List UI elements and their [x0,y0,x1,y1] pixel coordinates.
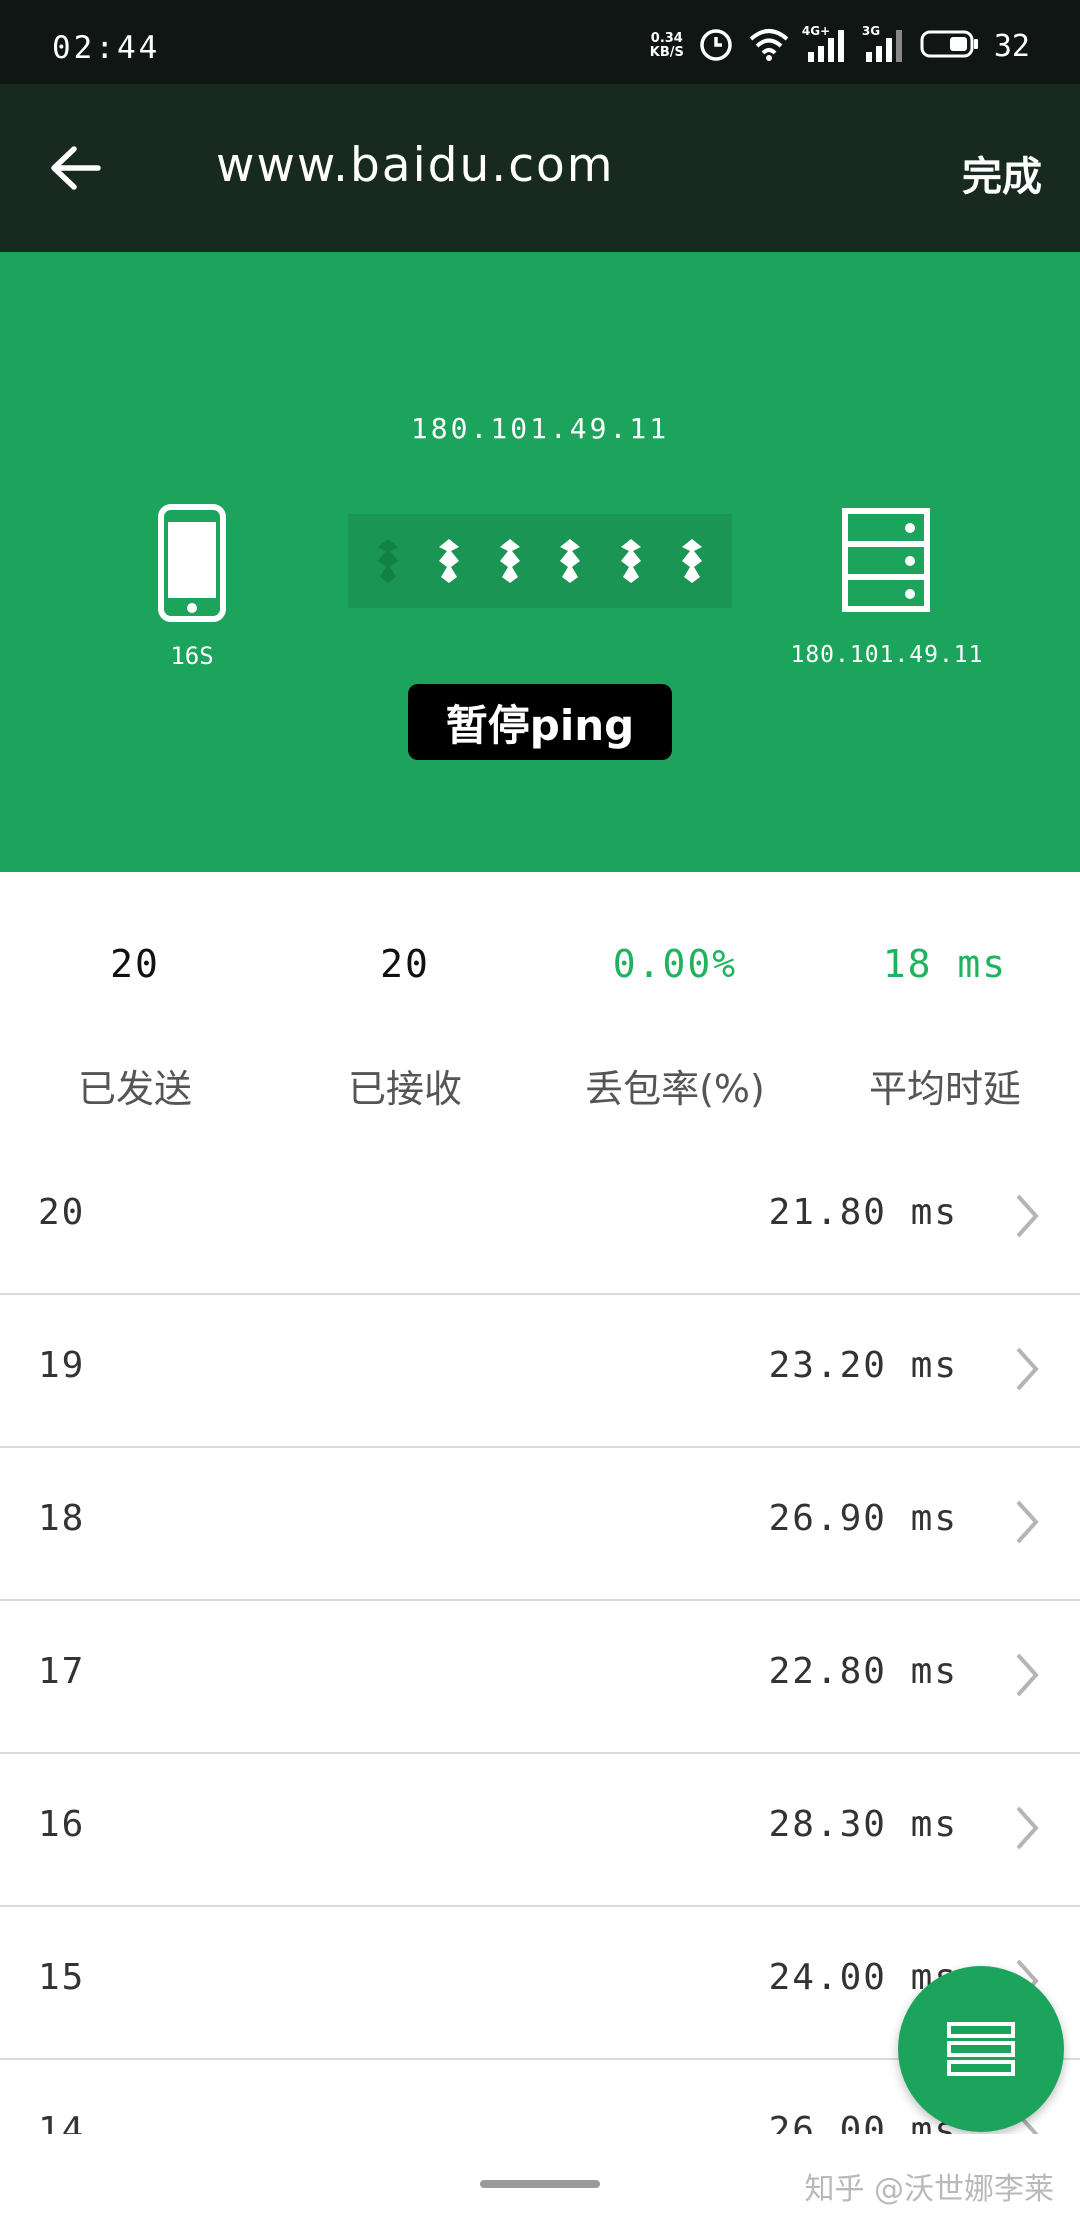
stat-label: 丢包率(%) [585,1067,765,1111]
wifi-icon [748,27,790,65]
ping-time: 22.80 ms [768,1651,958,1692]
network-speed-value: 0.34 [650,31,683,46]
status-time: 02:44 [52,30,161,66]
ping-time: 28.30 ms [768,1804,958,1845]
packet-icon [681,539,702,583]
stat-label: 已接收 [347,1067,462,1111]
ping-seq: 17 [38,1651,86,1692]
ping-seq: 18 [38,1498,86,1539]
stat-label: 平均时延 [868,1067,1021,1111]
packet-icon [620,539,641,583]
ping-row[interactable]: 18 26.90 ms [0,1448,1080,1601]
packet-icon [560,539,581,583]
ping-seq: 16 [38,1804,86,1845]
ping-stats: 20 已发送 20 已接收 0.00% 丢包率(%) 18 ms 平均时延 [0,872,1080,1142]
gesture-bar: 知乎 @沃世娜李莱 [0,2134,1080,2232]
server-label: 180.101.49.11 [790,642,984,668]
network-speed-unit: KB/S [649,45,684,60]
phone-icon [158,504,226,626]
list-icon [947,2022,1015,2076]
ping-row[interactable]: 19 23.20 ms [0,1295,1080,1448]
ping-seq: 15 [38,1957,86,1998]
ping-time: 21.80 ms [768,1192,958,1233]
server-icon [842,508,930,616]
ping-hero: 180.101.49.11 16S 180.101.49.11 暂停ping [0,252,1080,872]
stat-value: 18 ms [882,942,1008,986]
ping-time: 23.20 ms [768,1345,958,1386]
packet-icon [378,539,399,583]
ping-row[interactable]: 16 28.30 ms [0,1754,1080,1907]
ping-row[interactable]: 20 21.80 ms [0,1142,1080,1295]
chevron-right-icon [1016,1347,1039,1391]
chevron-right-icon [1016,1653,1039,1697]
home-indicator[interactable] [480,2180,600,2188]
menu-fab[interactable] [898,1966,1064,2132]
device-label: 16S [170,642,214,670]
back-button[interactable] [40,136,112,200]
network-speed: 0.34 KB/S [650,32,684,60]
chevron-right-icon [1016,1806,1039,1850]
stat-value: 20 [380,942,430,986]
battery-icon [920,29,980,63]
ping-seq: 20 [38,1192,86,1233]
watermark: 知乎 @沃世娜李莱 [804,2172,1054,2207]
done-button[interactable]: 完成 [962,144,1042,202]
stat-value: 0.00% [612,942,738,986]
page-title: www.baidu.com [216,138,615,193]
ping-seq: 19 [38,1345,86,1386]
ping-time: 26.90 ms [768,1498,958,1539]
sim1-network-tag: 4G+ [801,24,831,38]
chevron-right-icon [1016,1500,1039,1544]
status-icons: 0.34 KB/S 4G+ 3G 32 [650,24,1030,66]
target-ip: 180.101.49.11 [410,412,670,445]
packet-icon [499,539,520,583]
packet-icon [438,539,459,583]
app-bar: www.baidu.com 完成 [0,84,1080,252]
stat-label: 已发送 [77,1067,192,1111]
packet-animation [348,514,732,608]
stat-value: 20 [110,942,160,986]
battery-percent: 32 [993,28,1030,64]
pause-ping-button[interactable]: 暂停ping [408,684,672,760]
arrow-left-icon [51,146,101,190]
signal-icon: 3G [862,24,906,64]
alarm-icon [698,26,734,66]
status-bar: 02:44 0.34 KB/S 4G+ 3G 32 [0,0,1080,84]
chevron-right-icon [1016,1194,1039,1238]
sim2-network-tag: 3G [861,24,881,38]
signal-icon: 4G+ [802,24,850,64]
ping-row[interactable]: 17 22.80 ms [0,1601,1080,1754]
